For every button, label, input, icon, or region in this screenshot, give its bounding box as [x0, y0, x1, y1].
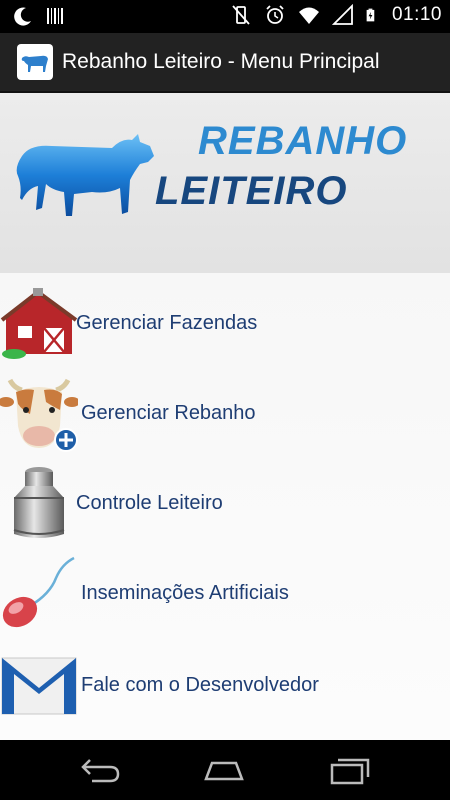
- battery-charging-icon: [366, 8, 375, 22]
- menu-item-inseminacoes-artificiais[interactable]: Inseminações Artificiais: [0, 553, 450, 633]
- action-bar: Rebanho Leiteiro - Menu Principal: [0, 33, 450, 93]
- milk-can-icon: [13, 467, 65, 538]
- back-icon[interactable]: [78, 755, 122, 785]
- cow-head-add-icon: [0, 378, 78, 452]
- menu-item-label: Controle Leiteiro: [76, 491, 223, 514]
- menu-item-label: Gerenciar Rebanho: [81, 401, 256, 424]
- sperm-icon: [2, 556, 75, 628]
- alarm-icon: [266, 5, 284, 24]
- wifi-icon: [298, 7, 319, 24]
- banner: REBANHO LEITEIRO: [0, 93, 450, 273]
- menu-item-label: Fale com o Desenvolvedor: [81, 673, 319, 696]
- home-icon[interactable]: [202, 755, 246, 785]
- barcode-icon: [47, 8, 63, 24]
- moon-icon: [14, 7, 31, 26]
- menu-item-fale-com-o-desenvolvedor[interactable]: Fale com o Desenvolvedor: [0, 645, 450, 725]
- main-menu: Gerenciar Fazendas Gerenciar Rebanho Con…: [0, 273, 450, 740]
- signal-icon: [331, 4, 353, 25]
- menu-item-label: Inseminações Artificiais: [81, 581, 289, 604]
- cow-app-icon[interactable]: [17, 44, 53, 80]
- menu-item-gerenciar-rebanho[interactable]: Gerenciar Rebanho: [0, 373, 450, 453]
- barn-icon: [0, 288, 78, 359]
- banner-title-line1: REBANHO: [198, 119, 408, 163]
- cow-logo-icon: [16, 134, 154, 216]
- menu-item-label: Gerenciar Fazendas: [76, 311, 258, 334]
- clock: 01:10: [391, 4, 442, 25]
- vibrate-off-icon: [232, 5, 250, 25]
- menu-item-gerenciar-fazendas[interactable]: Gerenciar Fazendas: [0, 283, 450, 363]
- navigation-bar: [0, 740, 450, 800]
- recents-icon[interactable]: [328, 755, 372, 785]
- menu-item-controle-leiteiro[interactable]: Controle Leiteiro: [0, 463, 450, 543]
- status-bar: 01:10: [0, 0, 450, 33]
- banner-title-line2: LEITEIRO: [155, 169, 348, 213]
- page-title: Rebanho Leiteiro - Menu Principal: [62, 50, 380, 73]
- mail-icon: [1, 657, 77, 715]
